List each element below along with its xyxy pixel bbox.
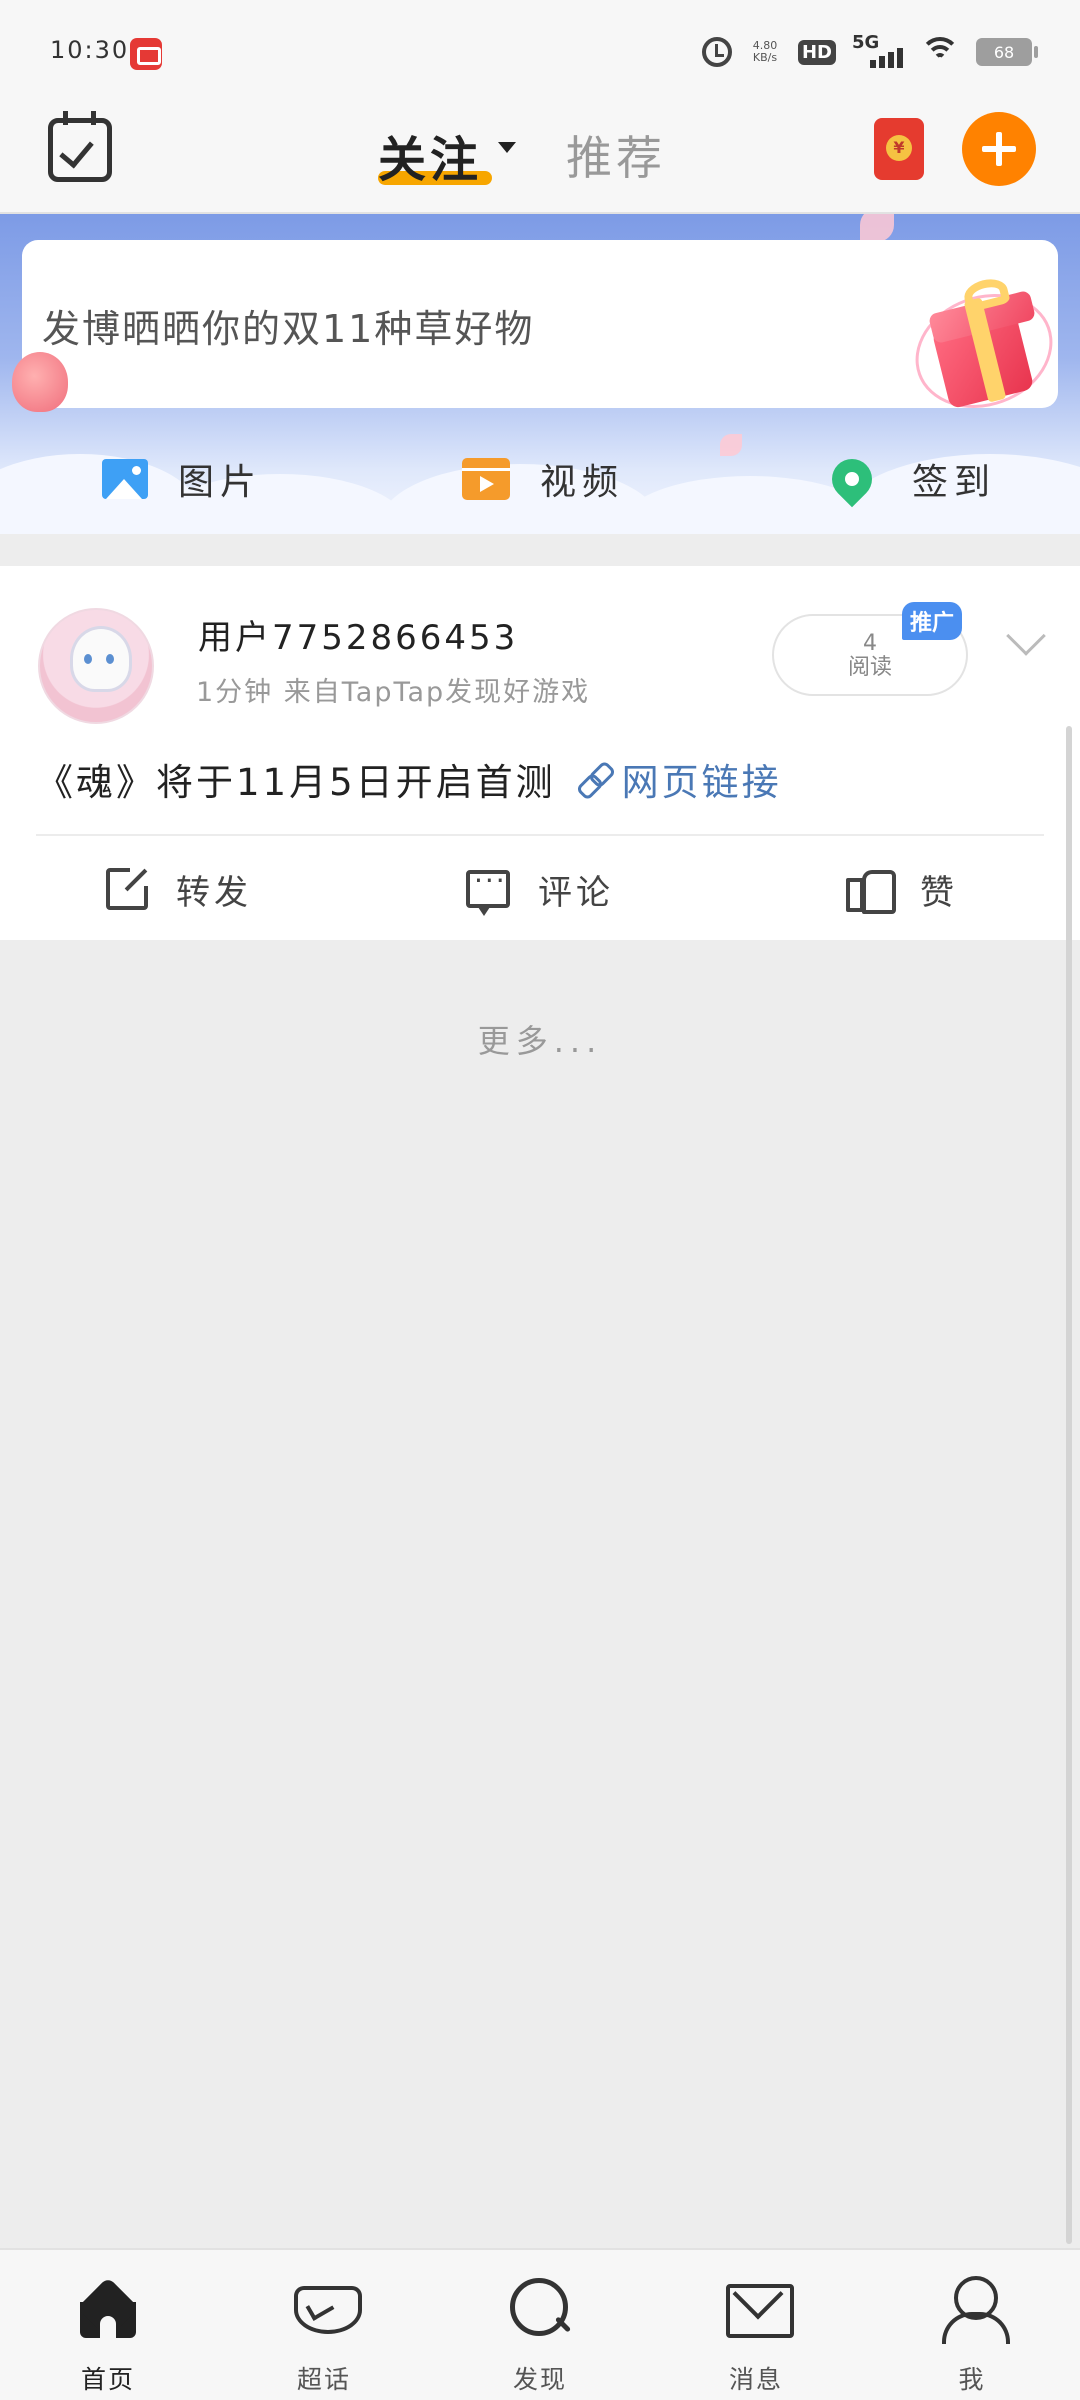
- nav-discover-label: 发现: [512, 2365, 567, 2394]
- status-icons: 4.80 KB/s HD 5G 68: [701, 30, 1038, 74]
- compose-image-label: 图片: [178, 462, 263, 503]
- nav-me-label: 我: [958, 2365, 986, 2394]
- compose-actions: 图片 视频 签到: [0, 444, 1080, 514]
- top-nav: 关注 推荐: [0, 100, 1080, 214]
- video-icon: [462, 458, 510, 500]
- like-label: 赞: [920, 872, 958, 913]
- comment-label: 评论: [538, 872, 614, 913]
- promo-badge: 推广: [902, 602, 963, 640]
- red-packet-icon[interactable]: [874, 118, 924, 180]
- status-bar: 10:30 4.80 KB/s HD 5G 68: [0, 0, 1080, 100]
- username[interactable]: 用户7752866453: [198, 610, 518, 659]
- like-button[interactable]: 赞: [846, 838, 958, 940]
- compose-image-button[interactable]: 图片: [102, 444, 262, 514]
- image-icon: [102, 459, 148, 499]
- repost-button[interactable]: 转发: [106, 838, 252, 940]
- post-link[interactable]: 网页链接: [622, 752, 782, 806]
- compose-checkin-button[interactable]: 签到: [823, 444, 997, 514]
- post-content: 《魂》将于11月5日开启首测 网页链接: [36, 752, 782, 806]
- topic-icon: [292, 2276, 362, 2340]
- nav-me[interactable]: 我: [864, 2250, 1080, 2400]
- nav-topic-label: 超话: [296, 2365, 351, 2394]
- nav-messages[interactable]: 消息: [648, 2250, 864, 2400]
- compose-checkin-label: 签到: [912, 462, 997, 503]
- search-icon: [508, 2276, 572, 2340]
- bottom-nav: 首页 超话 发现 消息 我: [0, 2248, 1080, 2400]
- status-time: 10:30: [50, 36, 130, 64]
- battery-icon: 68: [976, 38, 1038, 66]
- hd-icon: HD: [797, 39, 836, 65]
- link-icon[interactable]: [578, 762, 612, 796]
- compose-placeholder: 发博晒晒你的双11种草好物: [42, 307, 535, 351]
- network-speed: 4.80 KB/s: [748, 40, 782, 64]
- gift-icon: [899, 275, 1069, 427]
- compose-banner: 发博晒晒你的双11种草好物 图片 视频 签到: [0, 214, 1080, 534]
- scrollbar[interactable]: [1066, 726, 1072, 2244]
- avatar[interactable]: [38, 608, 154, 724]
- nav-topic[interactable]: 超话: [216, 2250, 432, 2400]
- location-pin-icon: [823, 450, 881, 508]
- caret-down-icon[interactable]: [498, 142, 516, 153]
- repost-label: 转发: [176, 872, 252, 913]
- comment-button[interactable]: 评论: [466, 838, 614, 940]
- network-speed-unit: KB/s: [752, 51, 778, 64]
- add-post-button[interactable]: [962, 112, 1036, 186]
- compose-video-button[interactable]: 视频: [462, 444, 624, 514]
- notification-app-icon: [130, 38, 162, 70]
- post-text: 《魂》将于11月5日开启首测: [36, 761, 556, 804]
- tab-recommend[interactable]: 推荐: [566, 122, 666, 188]
- nav-home[interactable]: 首页: [0, 2250, 216, 2400]
- nav-discover[interactable]: 发现: [432, 2250, 648, 2400]
- calendar-check-icon[interactable]: [48, 111, 112, 182]
- signal-icon: 5G: [852, 32, 904, 72]
- chevron-down-icon[interactable]: [1006, 616, 1046, 656]
- tab-follow[interactable]: 关注: [378, 120, 482, 190]
- divider: [36, 834, 1044, 836]
- mail-icon: [724, 2276, 794, 2340]
- compose-input[interactable]: 发博晒晒你的双11种草好物: [22, 240, 1069, 427]
- compose-video-label: 视频: [540, 462, 625, 503]
- load-more[interactable]: 更多...: [0, 1016, 1080, 1062]
- like-icon: [846, 866, 896, 914]
- nav-home-label: 首页: [80, 2365, 135, 2394]
- nav-messages-label: 消息: [728, 2365, 783, 2394]
- profile-icon: [940, 2276, 1010, 2344]
- home-icon: [76, 2276, 140, 2340]
- network-type: 5G: [852, 32, 880, 53]
- post-meta: 1分钟 来自TapTap发现好游戏: [196, 677, 591, 708]
- feed-card: 用户7752866453 1分钟 来自TapTap发现好游戏 4 阅读 推广 《…: [0, 566, 1080, 940]
- share-icon: [106, 868, 148, 910]
- peach-decoration: [12, 352, 68, 412]
- reads-label: 阅读: [847, 655, 892, 680]
- post-actions: 转发 评论 赞: [0, 838, 1080, 940]
- comment-icon: [466, 864, 510, 916]
- alarm-icon: [701, 37, 732, 67]
- wifi-icon: [920, 37, 960, 67]
